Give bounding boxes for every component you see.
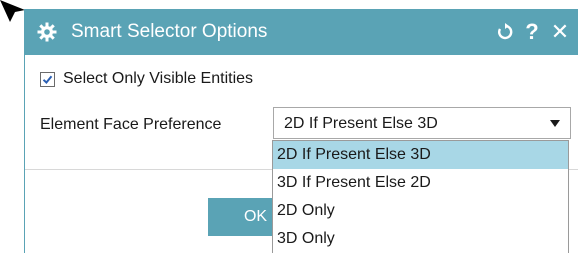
gear-icon <box>37 22 57 42</box>
dropdown-option[interactable]: 2D If Present Else 3D <box>273 141 568 169</box>
reset-icon <box>498 23 513 40</box>
dialog-title: Smart Selector Options <box>71 21 268 42</box>
help-icon: ? <box>525 19 539 44</box>
face-preference-label: Element Face Preference <box>40 116 222 133</box>
dialog-titlebar[interactable]: Smart Selector Options ? ✕ <box>25 9 578 55</box>
reset-button[interactable] <box>492 17 518 47</box>
screenshot-stage: Smart Selector Options ? ✕ Select Only V… <box>0 0 578 253</box>
close-button[interactable]: ✕ <box>547 17 573 47</box>
dropdown-option[interactable]: 3D Only <box>273 225 568 253</box>
face-preference-value: 2D If Present Else 3D <box>284 115 438 132</box>
visible-only-label: Select Only Visible Entities <box>63 70 254 87</box>
chevron-down-icon <box>550 120 560 127</box>
dropdown-option[interactable]: 2D Only <box>273 197 568 225</box>
help-button[interactable]: ? <box>519 17 545 47</box>
close-icon: ✕ <box>550 19 570 44</box>
visible-only-row[interactable]: Select Only Visible Entities <box>40 70 253 88</box>
visible-only-checkbox[interactable] <box>40 71 55 87</box>
face-preference-dropdown: 2D If Present Else 3D 3D If Present Else… <box>272 140 569 253</box>
check-icon <box>42 75 53 84</box>
face-preference-select[interactable]: 2D If Present Else 3D <box>273 107 571 139</box>
dropdown-option[interactable]: 3D If Present Else 2D <box>273 169 568 197</box>
